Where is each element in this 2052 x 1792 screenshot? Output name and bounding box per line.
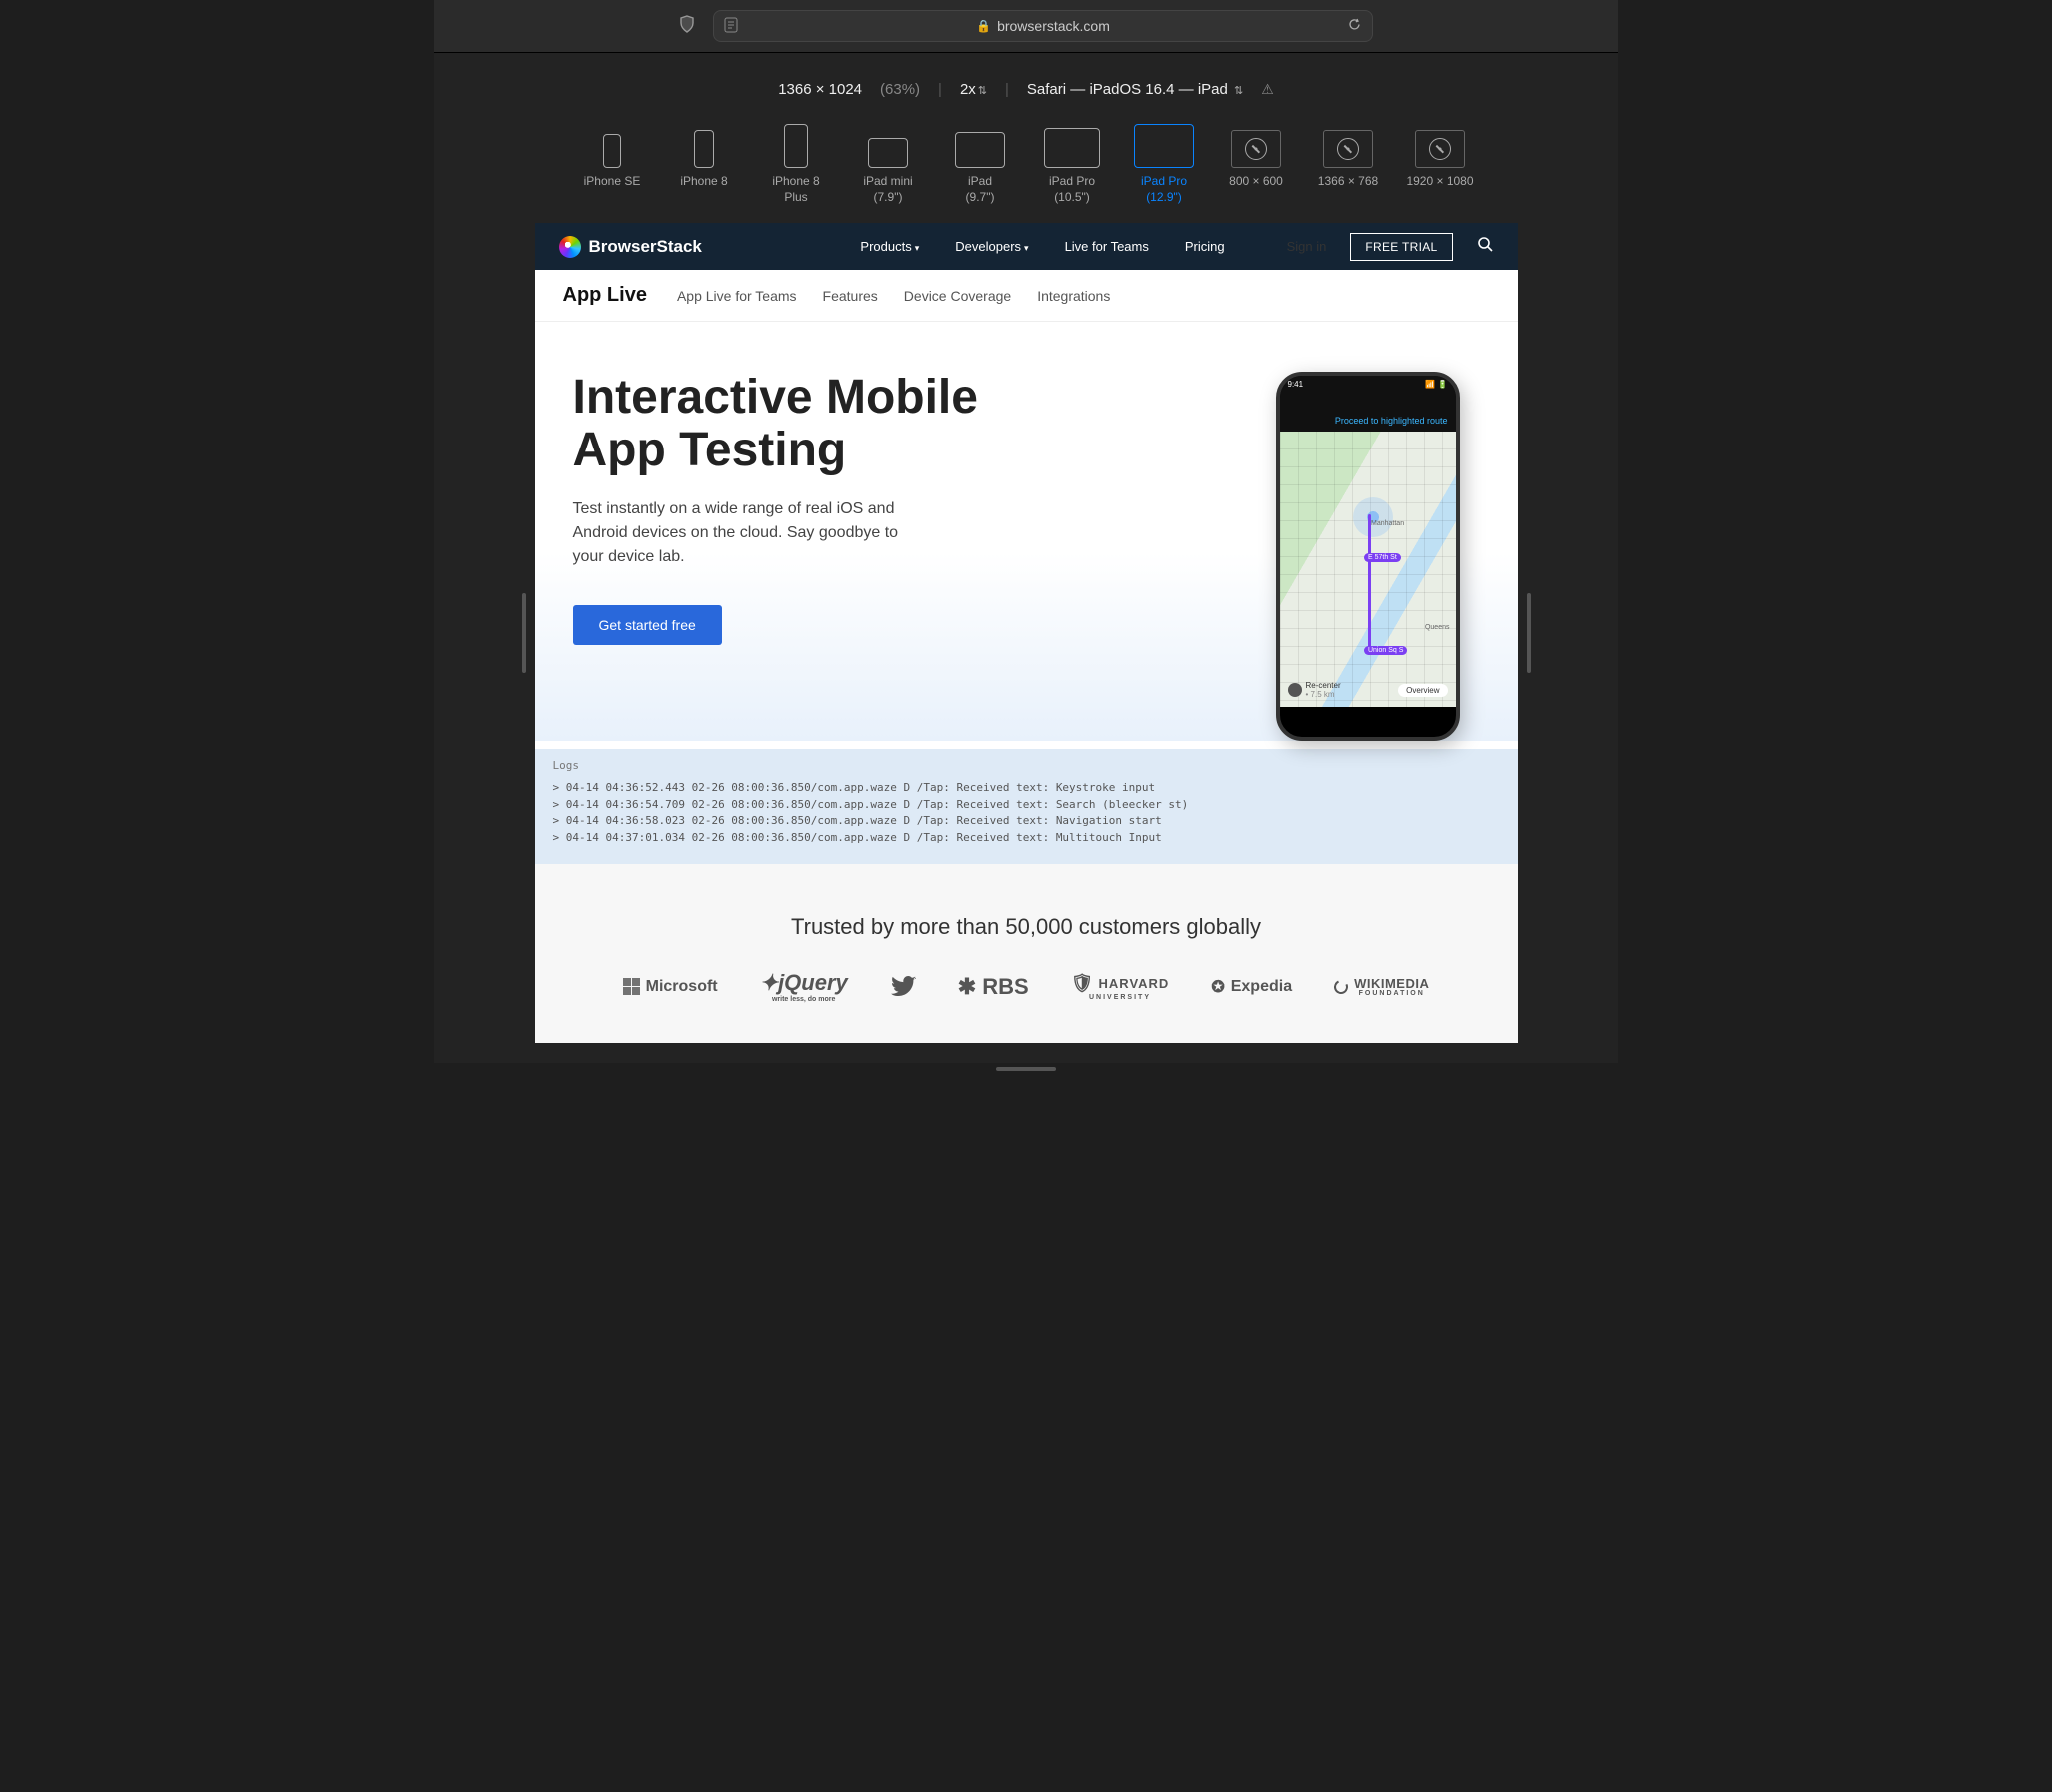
bs-brand-text: BrowserStack bbox=[589, 237, 702, 257]
get-started-button[interactable]: Get started free bbox=[573, 605, 722, 645]
subnav-features[interactable]: Features bbox=[823, 288, 878, 304]
device-custom-size[interactable]: 800 × 600 bbox=[1221, 122, 1291, 190]
product-title[interactable]: App Live bbox=[563, 284, 647, 307]
bs-header: BrowserStack Products▾ Developers▾ Live … bbox=[535, 223, 1518, 270]
user-agent[interactable]: Safari — iPadOS 16.4 — iPad ⇅ bbox=[1027, 81, 1243, 98]
device-preset[interactable]: iPad Pro(12.9") bbox=[1129, 122, 1199, 205]
microsoft-icon bbox=[623, 978, 640, 995]
nav-live-for-teams[interactable]: Live for Teams bbox=[1065, 239, 1149, 254]
sign-in-link[interactable]: Sign in bbox=[1287, 239, 1327, 254]
nav-products[interactable]: Products▾ bbox=[860, 239, 919, 254]
overview-button: Overview bbox=[1398, 684, 1447, 697]
lock-icon: 🔒 bbox=[976, 19, 991, 33]
hero-section: Interactive MobileApp Testing Test insta… bbox=[535, 322, 1518, 741]
device-custom-size[interactable]: 1366 × 768 bbox=[1313, 122, 1383, 190]
trusted-section: Trusted by more than 50,000 customers gl… bbox=[535, 864, 1518, 1043]
device-preset[interactable]: iPhone 8 bbox=[669, 122, 739, 190]
resize-handle-left[interactable] bbox=[522, 593, 526, 673]
device-custom-size[interactable]: 1920 × 1080 bbox=[1405, 122, 1475, 190]
brand-microsoft: Microsoft bbox=[623, 978, 718, 996]
phone-time: 9:41 bbox=[1288, 380, 1304, 389]
trusted-heading: Trusted by more than 50,000 customers gl… bbox=[555, 914, 1498, 940]
pixel-ratio[interactable]: 2x⇅ bbox=[960, 81, 987, 98]
phone-mockup: 9:41 📶 🔋 Proceed to highlighted route Ma… bbox=[1276, 372, 1460, 741]
privacy-shield-icon[interactable] bbox=[679, 15, 695, 38]
expedia-icon: ✪ bbox=[1211, 977, 1224, 997]
device-preset[interactable]: iPhone 8Plus bbox=[761, 122, 831, 205]
reload-icon[interactable] bbox=[1347, 17, 1362, 35]
viewport-dimensions[interactable]: 1366 × 1024 bbox=[778, 81, 862, 98]
browser-chrome: 🔒 browserstack.com bbox=[434, 0, 1618, 53]
log-line: > 04-14 04:36:58.023 02-26 08:00:36.850/… bbox=[553, 813, 1500, 830]
brand-rbs: ✱ RBS bbox=[958, 974, 1029, 1000]
reader-icon[interactable] bbox=[724, 17, 738, 36]
search-icon[interactable] bbox=[1477, 236, 1494, 258]
nav-pricing[interactable]: Pricing bbox=[1185, 239, 1225, 254]
device-preset[interactable]: iPad(9.7") bbox=[945, 122, 1015, 205]
log-line: > 04-14 04:36:52.443 02-26 08:00:36.850/… bbox=[553, 780, 1500, 797]
bs-logo[interactable]: BrowserStack bbox=[559, 236, 702, 258]
hero-heading: Interactive MobileApp Testing bbox=[573, 372, 1133, 477]
free-trial-button[interactable]: FREE TRIAL bbox=[1350, 233, 1452, 261]
recenter-control: Re-center• 7.5 km bbox=[1288, 681, 1341, 699]
brand-twitter bbox=[890, 976, 916, 998]
phone-map: Manhattan Queens E 57th St Union Sq S Re… bbox=[1280, 432, 1456, 707]
warning-icon[interactable]: ⚠︎ bbox=[1261, 81, 1274, 98]
device-preset[interactable]: iPad Pro(10.5") bbox=[1037, 122, 1107, 205]
resize-handle-right[interactable] bbox=[1527, 593, 1531, 673]
subnav-device-coverage[interactable]: Device Coverage bbox=[904, 288, 1011, 304]
url-domain: browserstack.com bbox=[997, 18, 1110, 34]
nav-developers[interactable]: Developers▾ bbox=[955, 239, 1028, 254]
device-preset[interactable]: iPhone SE bbox=[577, 122, 647, 190]
log-line: > 04-14 04:36:54.709 02-26 08:00:36.850/… bbox=[553, 797, 1500, 814]
route-pin: E 57th St bbox=[1364, 553, 1401, 562]
responsive-design-toolbar: 1366 × 1024 (63%) | 2x⇅ | Safari — iPadO… bbox=[434, 53, 1618, 223]
rbs-icon: ✱ bbox=[958, 974, 976, 1000]
device-preset[interactable]: iPad mini(7.9") bbox=[853, 122, 923, 205]
hero-description: Test instantly on a wide range of real i… bbox=[573, 497, 903, 569]
logs-title: Logs bbox=[553, 759, 1500, 772]
subnav-app-live-teams[interactable]: App Live for Teams bbox=[677, 288, 797, 304]
bs-logo-icon bbox=[559, 236, 581, 258]
log-line: > 04-14 04:37:01.034 02-26 08:00:36.850/… bbox=[553, 830, 1500, 847]
harvard-shield-icon: 🛡 bbox=[1071, 973, 1095, 994]
brand-wikimedia: WIKIMEDIA FOUNDATION bbox=[1334, 977, 1429, 997]
wikimedia-icon bbox=[1332, 978, 1350, 996]
brand-expedia: ✪ Expedia bbox=[1211, 977, 1292, 997]
device-preset-row: iPhone SE iPhone 8 iPhone 8Plus iPad mini(7… bbox=[434, 122, 1618, 205]
brand-harvard: 🛡 HARVARD UNIVERSITY bbox=[1071, 973, 1170, 1001]
url-bar[interactable]: 🔒 browserstack.com bbox=[713, 10, 1373, 42]
subnav-integrations[interactable]: Integrations bbox=[1037, 288, 1110, 304]
brand-jquery: ✦jQuery write less, do more bbox=[760, 970, 848, 1003]
resize-handle-bottom[interactable] bbox=[996, 1067, 1056, 1071]
phone-proceed-text: Proceed to highlighted route bbox=[1288, 416, 1448, 426]
phone-status-icons: 📶 🔋 bbox=[1425, 380, 1447, 389]
logs-panel: Logs > 04-14 04:36:52.443 02-26 08:00:36… bbox=[535, 749, 1518, 864]
route-pin: Union Sq S bbox=[1364, 646, 1407, 655]
zoom-percentage[interactable]: (63%) bbox=[880, 81, 920, 98]
sub-nav: App Live App Live for Teams Features Dev… bbox=[535, 270, 1518, 322]
page-viewport: BrowserStack Products▾ Developers▾ Live … bbox=[535, 223, 1518, 1043]
